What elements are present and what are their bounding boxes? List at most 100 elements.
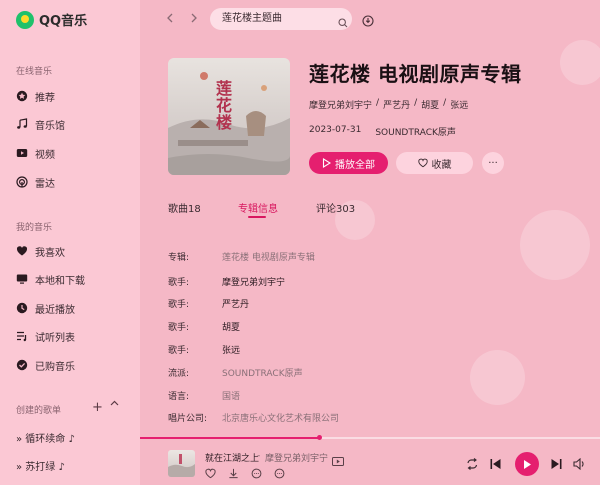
sidebar: QQ音乐 在线音乐 推荐 音乐馆 视频 雷达 我的音乐 我喜欢 本地和下载 最近… (0, 0, 140, 485)
artist-link[interactable]: 胡夏 (421, 98, 439, 111)
collect-label: 收藏 (431, 159, 452, 171)
now-playing-cover[interactable] (168, 450, 195, 477)
artist-separator: / (376, 98, 380, 108)
album-genre[interactable]: SOUNDTRACK原声 (375, 125, 456, 138)
play-icon (524, 459, 531, 469)
app-window: QQ音乐 在线音乐 推荐 音乐馆 视频 雷达 我的音乐 我喜欢 本地和下载 最近… (0, 0, 600, 485)
next-track-icon[interactable] (551, 458, 562, 470)
album-title: 莲花楼 电视剧原声专辑 (309, 62, 522, 86)
download-icon[interactable] (228, 464, 239, 483)
info-value: 北京唐乐心文化艺术有限公司 (222, 414, 340, 424)
artist-link[interactable]: 摩登兄弟刘宇宁 (309, 98, 372, 111)
playlist-icon (16, 330, 28, 342)
now-playing-artist[interactable]: 摩登兄弟刘宇宁 (265, 451, 328, 464)
artist-link[interactable]: 严艺丹 (383, 98, 410, 111)
info-value: 国语 (222, 392, 241, 402)
sidebar-item-favorites[interactable]: 我喜欢 (16, 243, 65, 259)
progress-handle[interactable] (317, 435, 323, 440)
collect-button[interactable]: 收藏 (396, 152, 473, 174)
info-value-artist-link[interactable]: 张远 (222, 343, 240, 356)
bg-decoration (520, 210, 590, 280)
music-note-icon (16, 118, 28, 130)
previous-track-icon[interactable] (490, 458, 501, 470)
clock-icon (16, 302, 28, 314)
info-label: 唱片公司: (168, 414, 208, 424)
loop-mode-icon[interactable] (466, 458, 479, 470)
info-value-artist-link[interactable]: 摩登兄弟刘宇宁 (222, 275, 285, 288)
back-arrow-icon[interactable] (166, 12, 174, 26)
album-meta: 2023-07-31 SOUNDTRACK原声 (309, 125, 456, 138)
play-all-label: 播放全部 (335, 159, 375, 171)
sidebar-item-radar[interactable]: 雷达 (16, 174, 55, 190)
app-logo[interactable]: QQ音乐 (16, 10, 87, 29)
section-title-created-playlists: 创建的歌单 (16, 406, 62, 416)
info-label: 专辑: (168, 253, 190, 263)
comment-icon[interactable] (251, 464, 262, 483)
more-options-button[interactable]: ··· (482, 152, 504, 174)
play-button[interactable] (515, 452, 539, 476)
artist-separator: / (443, 98, 447, 108)
sidebar-item-label: 我喜欢 (35, 247, 65, 259)
sidebar-item-label: 试听列表 (35, 332, 75, 344)
check-circle-icon (16, 359, 28, 371)
star-circle-icon (16, 90, 28, 102)
playlist-item[interactable]: » 循环续命 ♪ (16, 430, 75, 445)
sidebar-item-purchased[interactable]: 已购音乐 (16, 357, 75, 373)
sidebar-item-label: 已购音乐 (35, 361, 75, 373)
search-input[interactable]: 莲花楼主题曲 (210, 8, 352, 30)
sidebar-item-recommend[interactable]: 推荐 (16, 88, 55, 104)
tab-album-info[interactable]: 专辑信息 (238, 200, 278, 215)
info-value: SOUNDTRACK原声 (222, 369, 303, 379)
sidebar-item-music-hall[interactable]: 音乐馆 (16, 116, 65, 132)
more-icon[interactable] (274, 464, 285, 483)
now-playing-title[interactable]: 就在江湖之上 (205, 451, 259, 464)
app-name: QQ音乐 (39, 14, 88, 29)
info-value-artist-link[interactable]: 严艺丹 (222, 297, 249, 310)
sidebar-item-recent[interactable]: 最近播放 (16, 300, 75, 316)
computer-icon (16, 273, 28, 285)
info-label: 歌手: (168, 300, 190, 310)
info-value-artist-link[interactable]: 胡夏 (222, 320, 240, 333)
add-playlist-icon[interactable]: + (92, 400, 103, 415)
sidebar-item-trial-list[interactable]: 试听列表 (16, 328, 75, 344)
sidebar-item-label: 音乐馆 (35, 120, 65, 132)
forward-arrow-icon[interactable] (190, 12, 198, 26)
sidebar-item-local-download[interactable]: 本地和下载 (16, 271, 85, 287)
now-playing-cover-art (168, 454, 195, 477)
sidebar-item-label: 视频 (35, 149, 55, 161)
info-label: 歌手: (168, 346, 190, 356)
section-title-online: 在线音乐 (16, 67, 53, 77)
volume-icon[interactable] (573, 458, 586, 470)
album-cover[interactable]: 莲花楼 (168, 58, 290, 175)
tab-songs[interactable]: 歌曲18 (168, 200, 201, 215)
search-icon[interactable] (338, 13, 348, 32)
play-icon (322, 158, 331, 168)
info-label: 歌手: (168, 323, 190, 333)
heart-icon (16, 245, 28, 257)
video-icon (16, 147, 28, 159)
chevron-up-icon[interactable] (110, 399, 119, 411)
listen-recognize-icon[interactable] (362, 12, 374, 31)
sidebar-item-label: 最近播放 (35, 304, 75, 316)
info-value: 莲花楼 电视剧原声专辑 (222, 253, 315, 263)
sidebar-item-video[interactable]: 视频 (16, 145, 55, 161)
song-separator: - (257, 451, 261, 461)
play-all-button[interactable]: 播放全部 (309, 152, 388, 174)
like-icon[interactable] (205, 464, 216, 483)
album-cover-title: 莲花楼 (215, 79, 232, 132)
bg-decoration (470, 350, 525, 405)
album-artists: 摩登兄弟刘宇宁 / 严艺丹 / 胡夏 / 张远 (309, 98, 468, 111)
active-tab-indicator (248, 216, 266, 218)
qq-music-logo-icon (16, 10, 34, 29)
artist-link[interactable]: 张远 (450, 98, 468, 111)
sidebar-item-label: 雷达 (35, 178, 55, 190)
playlist-item[interactable]: » 苏打绿 ♪ (16, 458, 65, 473)
release-date: 2023-07-31 (309, 125, 362, 135)
mv-icon[interactable] (332, 451, 344, 470)
artist-separator: / (414, 98, 418, 108)
info-label: 流派: (168, 369, 190, 379)
section-title-my-music: 我的音乐 (16, 223, 53, 233)
tab-comments[interactable]: 评论303 (316, 200, 355, 215)
info-label: 语言: (168, 392, 190, 402)
bg-decoration (560, 40, 600, 85)
